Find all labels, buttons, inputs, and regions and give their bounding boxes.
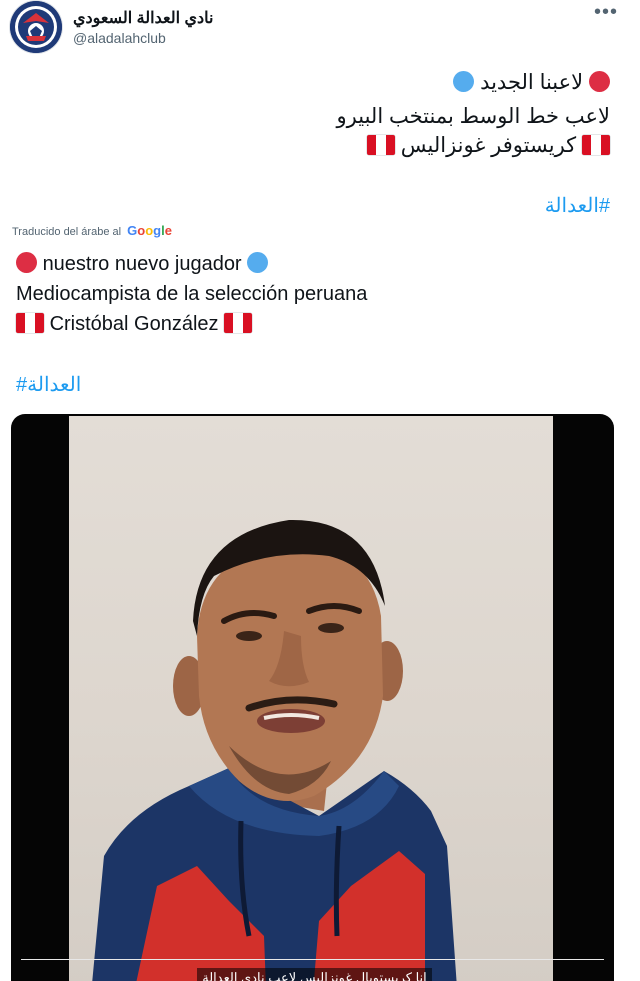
spanish-line-new-player: nuestro nuevo jugador (16, 252, 269, 276)
red-circle-emoji-icon (16, 252, 37, 273)
player-portrait-image (92, 519, 457, 981)
peru-flag-icon (582, 135, 610, 155)
author-handle[interactable]: @aladalahclub (73, 30, 166, 46)
arabic-line-new-player: لاعبنا الجديد (453, 70, 610, 95)
spanish-text-position: Mediocampista de la selección peruana (16, 283, 368, 305)
club-logo-avatar[interactable] (10, 1, 62, 53)
peru-flag-icon (16, 313, 44, 333)
arabic-line-position: لاعب خط الوسط بمنتخب البيرو (337, 104, 610, 129)
club-crest-icon (10, 1, 62, 53)
spanish-text-new-player: nuestro nuevo jugador (42, 253, 242, 275)
arabic-text-position: لاعب خط الوسط بمنتخب البيرو (336, 105, 610, 128)
spanish-line-position: Mediocampista de la selección peruana (16, 283, 367, 306)
spanish-line-player-name: Cristóbal González (16, 313, 253, 336)
video-subtitle: انا كريستوبال غونزاليس لاعب نادي العدالة (197, 968, 432, 981)
more-options-icon[interactable]: ••• (594, 2, 618, 22)
peru-flag-icon (224, 313, 253, 333)
video-player[interactable]: انا كريستوبال غونزاليس لاعب نادي العدالة (11, 414, 614, 981)
blue-circle-emoji-icon (453, 71, 475, 92)
author-display-name[interactable]: نادي العدالة السعودي (73, 8, 213, 28)
translation-attribution: Traducido del árabe al Google (12, 223, 172, 238)
peru-flag-icon (366, 135, 395, 155)
video-progress-bar[interactable] (21, 959, 604, 960)
video-frame (69, 416, 553, 981)
spanish-text-player-name: Cristóbal González (49, 313, 219, 335)
blue-circle-emoji-icon (247, 252, 269, 273)
google-logo[interactable]: Google (127, 223, 172, 238)
hashtag-link-arabic[interactable]: #العدالة (545, 193, 610, 218)
tweet-card: نادي العدالة السعودي @aladalahclub ••• ل… (0, 0, 640, 981)
arabic-text-new-player: لاعبنا الجديد (480, 71, 584, 94)
arabic-text-player-name: كريستوفر غونزاليس (400, 134, 577, 157)
translation-label: Traducido del árabe al (12, 226, 122, 238)
hashtag-link-translated[interactable]: #العدالة (16, 372, 81, 397)
red-circle-emoji-icon (589, 71, 610, 92)
arabic-line-player-name: كريستوفر غونزاليس (366, 133, 610, 158)
